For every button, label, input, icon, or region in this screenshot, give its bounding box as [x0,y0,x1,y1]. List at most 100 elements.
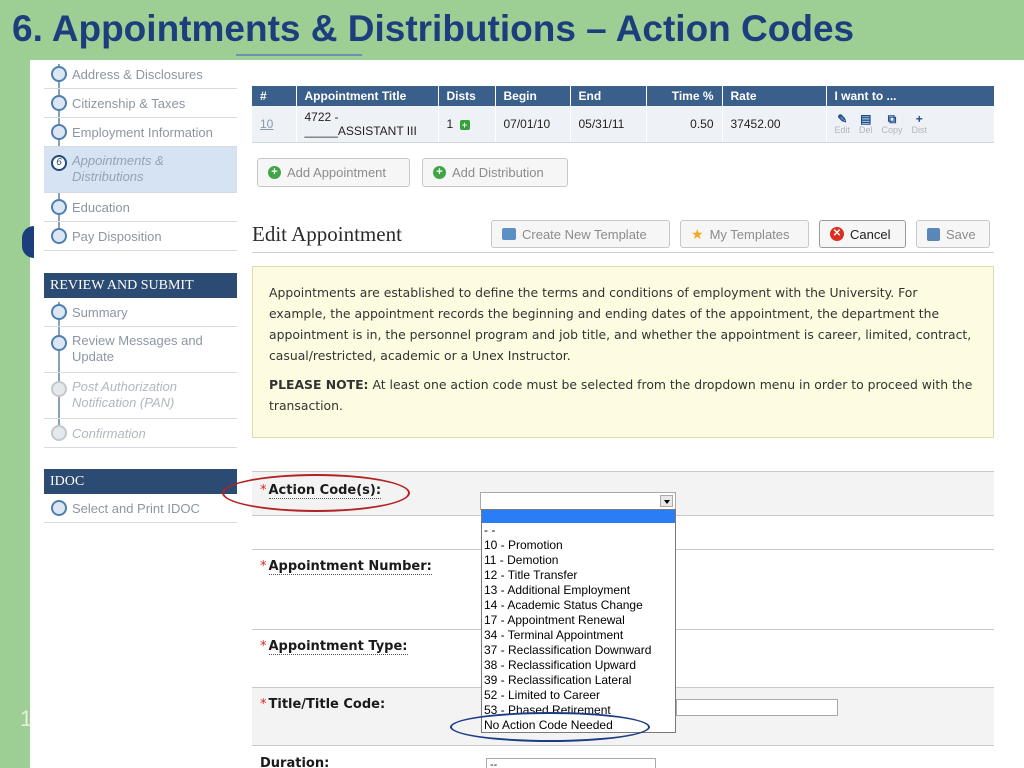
info-notice: Appointments are established to define t… [252,266,994,438]
notice-note: PLEASE NOTE: At least one action code mu… [269,374,977,416]
copy-icon: ⧉ [887,111,897,126]
step-circle-icon [51,304,67,320]
chevron-down-icon[interactable] [660,495,673,507]
dropdown-option[interactable]: 11 - Demotion [482,553,675,568]
copy-action[interactable]: ⧉ Copy [882,113,903,135]
close-icon: ✕ [830,227,844,241]
sidebar-item-appointments[interactable]: 6 Appointments & Distributions [44,147,237,193]
sidebar-item-summary[interactable]: Summary [44,298,237,327]
sidebar-item-label: Appointments & Distributions [72,153,164,185]
dropdown-option[interactable]: 38 - Reclassification Upward [482,658,675,673]
divider [252,252,994,253]
dropdown-option[interactable]: 14 - Academic Status Change [482,598,675,613]
row-actions: ✎ Edit ▤ Del ⧉ Copy + Dist [835,113,987,135]
edit-appointment-heading: Edit Appointment [252,222,402,246]
sidebar-group-review: Summary Review Messages and Update Post … [44,298,237,448]
plus-circle-icon: + [268,166,281,179]
sidebar-item-employment[interactable]: Employment Information [44,118,237,147]
step-circle-icon [51,124,67,140]
create-template-button[interactable]: Create New Template [491,220,670,248]
sidebar-item-education[interactable]: Education [44,193,237,222]
action-code-select[interactable] [480,492,676,510]
step-number-icon: 6 [51,155,67,171]
note-label: PLEASE NOTE: [269,377,369,392]
begin-date: 07/01/10 [495,106,571,143]
column-header: Appointment Title [296,86,439,106]
time-percent: 0.50 [646,106,723,143]
sidebar-item-label: Employment Information [72,124,213,140]
edit-action[interactable]: ✎ Edit [835,113,851,135]
add-dist-action[interactable]: + Dist [912,113,928,135]
add-dist-plus-icon[interactable]: + [459,119,470,130]
pencil-icon: ✎ [837,111,848,126]
sidebar-item-label: Address & Disclosures [72,66,203,82]
title-code-input[interactable] [676,699,838,716]
cancel-button[interactable]: ✕ Cancel [819,220,906,248]
dropdown-option[interactable]: 13 - Additional Employment [482,583,675,598]
step-circle-icon [51,500,67,516]
rate-value: 37452.00 [722,106,827,143]
button-label: Cancel [850,226,891,242]
sidebar-item-confirmation: Confirmation [44,419,237,448]
button-label: Save [946,226,976,242]
action-label: Dist [911,124,928,135]
highlight-circle-no-action [450,712,650,742]
add-distribution-button[interactable]: + Add Distribution [422,158,568,187]
action-label: Del [859,124,873,135]
star-icon: ★ [691,225,704,242]
action-label: Copy [881,124,903,135]
sidebar-nav: Address & Disclosures Citizenship & Taxe… [44,60,237,523]
dropdown-option[interactable]: 12 - Title Transfer [482,568,675,583]
delete-action[interactable]: ▤ Del [859,113,873,135]
notice-paragraph: Appointments are established to define t… [269,285,972,363]
column-header: Rate [722,86,827,106]
dropdown-option[interactable]: 52 - Limited to Career [482,688,675,703]
column-header: Begin [495,86,571,106]
sidebar-item-address[interactable]: Address & Disclosures [44,60,237,89]
action-code-dropdown: - - 10 - Promotion 11 - Demotion 12 - Ti… [481,509,676,733]
sidebar-item-review-messages[interactable]: Review Messages and Update [44,327,237,373]
appointment-number-label: * Appointment Number: [260,559,432,575]
sidebar-item-pan: Post Authorization Notification (PAN) [44,373,237,419]
dists-count: 1 [446,116,454,131]
duration-select[interactable]: -- [486,758,656,768]
add-appointment-button[interactable]: + Add Appointment [257,158,410,187]
button-label: My Templates [709,226,790,242]
highlight-circle-action-code [222,474,410,512]
sidebar-item-print-idoc[interactable]: Select and Print IDOC [44,494,237,523]
appointment-type-label: * Appointment Type: [260,639,408,655]
sidebar-item-label: Review Messages and Update [72,333,203,365]
step-circle-icon [51,381,67,397]
sidebar-item-label: Education [72,199,130,215]
sidebar-item-citizenship[interactable]: Citizenship & Taxes [44,89,237,118]
dropdown-option[interactable]: 34 - Terminal Appointment [482,628,675,643]
sidebar-item-pay-disposition[interactable]: Pay Disposition [44,222,237,251]
sidebar-item-label: Summary [72,304,128,320]
step-circle-icon [51,228,67,244]
step-circle-icon [51,425,67,441]
dropdown-option-selected[interactable] [482,510,675,523]
sidebar-item-label: Confirmation [72,425,146,441]
dropdown-option[interactable]: 39 - Reclassification Lateral [482,673,675,688]
plus-icon: + [915,111,923,126]
column-header: End [570,86,647,106]
appointment-number-link[interactable]: 10 [260,117,273,131]
dropdown-option[interactable]: 37 - Reclassification Downward [482,643,675,658]
dropdown-option[interactable]: 17 - Appointment Renewal [482,613,675,628]
appointments-table: # Appointment Title Dists Begin End Time… [252,86,994,143]
column-header: # [252,86,297,106]
save-button[interactable]: Save [916,220,990,248]
my-templates-button[interactable]: ★ My Templates [680,220,809,248]
column-header: Dists [438,86,496,106]
plus-circle-icon: + [433,166,446,179]
column-header: I want to ... [826,86,994,106]
save-icon [927,227,940,241]
title-code-label: * Title/Title Code: [260,697,386,712]
idoc-header: IDOC [44,469,237,494]
dropdown-option[interactable]: - - [482,523,675,538]
sidebar-item-label: Citizenship & Taxes [72,95,186,111]
dropdown-option[interactable]: 10 - Promotion [482,538,675,553]
sidebar-item-label: Post Authorization Notification (PAN) [72,379,178,411]
column-header: Time % [646,86,723,106]
sidebar-item-label: Select and Print IDOC [72,500,200,516]
